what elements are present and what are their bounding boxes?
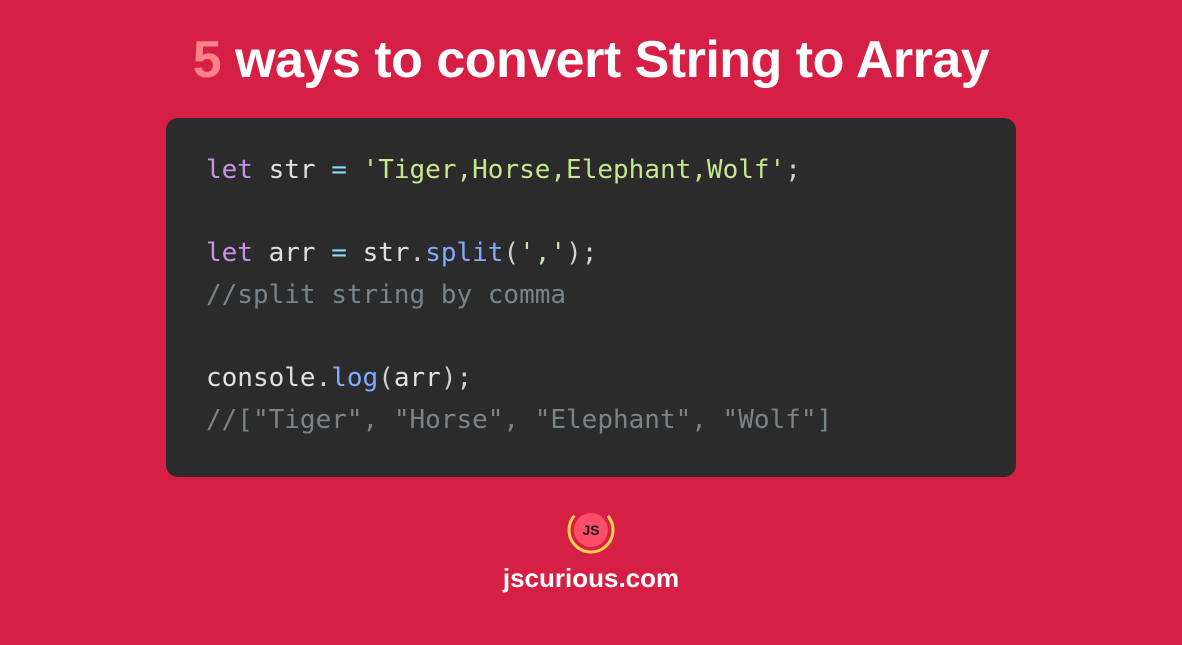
- paren-close: ): [566, 238, 582, 268]
- dot: .: [410, 238, 426, 268]
- comment-output: //["Tiger", "Horse", "Elephant", "Wolf"]: [206, 405, 832, 435]
- fn-log: log: [331, 363, 378, 393]
- equals: =: [331, 238, 362, 268]
- paren-open: (: [503, 238, 519, 268]
- keyword-let: let: [206, 155, 253, 185]
- equals: =: [331, 155, 362, 185]
- page-title: 5 ways to convert String to Array: [193, 30, 989, 90]
- fn-split: split: [425, 238, 503, 268]
- site-name: jscurious.com: [503, 563, 679, 594]
- js-logo-icon: JS: [566, 505, 616, 555]
- title-rest: ways to convert String to Array: [221, 31, 989, 89]
- comment: //split string by comma: [206, 280, 566, 310]
- string-arg: ',': [519, 238, 566, 268]
- title-accent: 5: [193, 31, 221, 89]
- keyword-let: let: [206, 238, 253, 268]
- obj-console: console: [206, 363, 316, 393]
- var-arr: arr: [253, 238, 331, 268]
- semicolon: ;: [785, 155, 801, 185]
- semicolon: ;: [582, 238, 598, 268]
- paren-open: (: [378, 363, 394, 393]
- code-content: let str = 'Tiger,Horse,Elephant,Wolf'; l…: [206, 150, 976, 441]
- code-block: let str = 'Tiger,Horse,Elephant,Wolf'; l…: [166, 118, 1016, 477]
- semicolon: ;: [456, 363, 472, 393]
- footer: JS jscurious.com: [503, 505, 679, 594]
- var-str: str: [253, 155, 331, 185]
- dot: .: [316, 363, 332, 393]
- arg-arr: arr: [394, 363, 441, 393]
- paren-close: ): [441, 363, 457, 393]
- obj-str: str: [363, 238, 410, 268]
- svg-text:JS: JS: [582, 522, 599, 538]
- string-literal: 'Tiger,Horse,Elephant,Wolf': [363, 155, 786, 185]
